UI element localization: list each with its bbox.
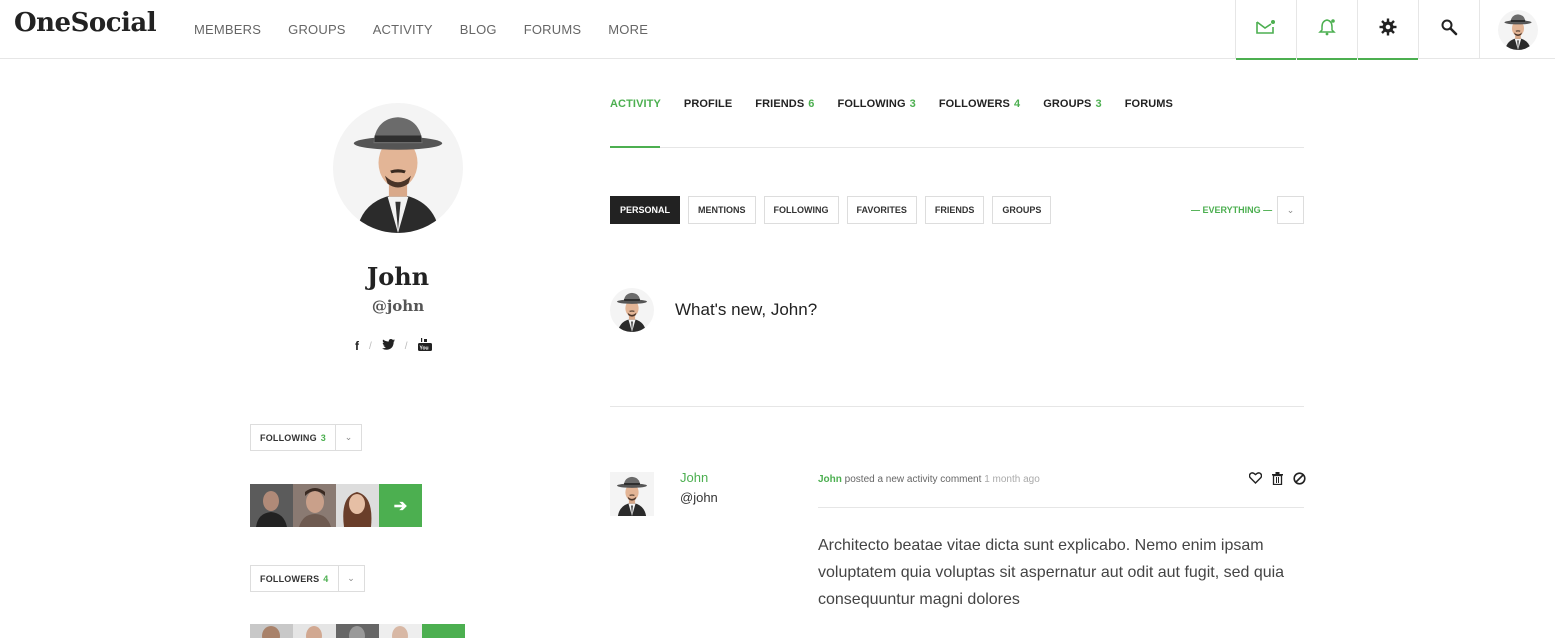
user-avatar <box>1497 9 1538 50</box>
following-count: 3 <box>320 432 327 443</box>
nav-item-more[interactable]: MORE <box>608 22 648 37</box>
tab-groups[interactable]: GROUPS 3 <box>1043 98 1102 110</box>
gear-icon <box>1379 18 1397 41</box>
heart-icon[interactable] <box>1248 471 1262 485</box>
tab-activity[interactable]: ACTIVITY <box>610 98 661 110</box>
profile-avatar[interactable] <box>333 103 463 233</box>
activity-actions <box>1248 471 1306 485</box>
filter-favorites[interactable]: FAVORITES <box>846 196 917 224</box>
block-icon[interactable] <box>1292 471 1306 485</box>
followers-thumbnails: ➔ <box>250 624 465 638</box>
activity-meta: John posted a new activity comment 1 mon… <box>818 474 1040 485</box>
follower-avatar[interactable] <box>250 624 293 638</box>
followers-dropdown[interactable]: FOLLOWERS 4 ⌄ <box>250 565 365 592</box>
inbox-icon <box>1256 19 1276 40</box>
follower-avatar[interactable] <box>293 624 336 638</box>
nav-item-groups[interactable]: GROUPS <box>288 22 346 37</box>
followers-count: 4 <box>323 573 329 584</box>
twitter-icon[interactable] <box>381 339 395 353</box>
chevron-down-icon[interactable]: ⌄ <box>337 566 364 591</box>
activity-divider <box>818 507 1304 508</box>
activity-filters: PERSONAL MENTIONS FOLLOWING FAVORITES FR… <box>610 196 1052 224</box>
activity-author-handle: @john <box>680 490 718 505</box>
activity-type-select[interactable]: — EVERYTHING — <box>1191 205 1272 215</box>
profile-handle: @john <box>371 297 425 315</box>
followers-label: FOLLOWERS 4 <box>260 573 329 584</box>
search-button[interactable] <box>1418 0 1479 59</box>
following-avatar[interactable] <box>336 484 379 527</box>
filter-personal[interactable]: PERSONAL <box>610 196 681 224</box>
top-navbar: OneSocial MEMBERS GROUPS ACTIVITY BLOG F… <box>0 0 1555 60</box>
follower-avatar[interactable] <box>336 624 379 638</box>
filter-following[interactable]: FOLLOWING <box>763 196 839 224</box>
bell-icon <box>1318 18 1336 41</box>
follower-avatar[interactable] <box>379 624 422 638</box>
following-label: FOLLOWING 3 <box>260 432 327 443</box>
activity-meta-action: posted a new activity comment <box>841 474 985 485</box>
social-links: f / / You <box>355 338 432 354</box>
tab-profile[interactable]: PROFILE <box>684 98 732 110</box>
svg-text:You: You <box>419 346 428 352</box>
activity-author-name[interactable]: John <box>680 470 708 485</box>
tab-forums[interactable]: FORUMS <box>1125 98 1173 110</box>
nav-item-forums[interactable]: FORUMS <box>524 22 582 37</box>
nav-item-members[interactable]: MEMBERS <box>194 22 261 37</box>
facebook-icon[interactable]: f <box>355 339 359 353</box>
filter-mentions[interactable]: MENTIONS <box>688 196 756 224</box>
filter-friends[interactable]: FRIENDS <box>924 196 985 224</box>
active-tab-indicator <box>610 146 660 148</box>
search-icon <box>1440 18 1458 41</box>
profile-tabs: ACTIVITY PROFILE FRIENDS 6 FOLLOWING 3 FOL… <box>610 98 1196 110</box>
tab-following[interactable]: FOLLOWING 3 <box>838 98 916 110</box>
tab-count: 3 <box>1095 98 1102 110</box>
youtube-icon[interactable]: You <box>417 338 432 354</box>
activity-timestamp[interactable]: 1 month ago <box>984 474 1040 485</box>
tab-count: 3 <box>909 98 916 110</box>
tab-followers[interactable]: FOLLOWERS 4 <box>939 98 1020 110</box>
inbox-button[interactable] <box>1235 0 1296 60</box>
following-avatar[interactable] <box>250 484 293 527</box>
followers-next-button[interactable]: ➔ <box>422 624 465 638</box>
main-nav: MEMBERS GROUPS ACTIVITY BLOG FORUMS MORE <box>194 22 675 37</box>
trash-icon[interactable] <box>1270 471 1284 485</box>
user-menu-button[interactable] <box>1479 0 1555 59</box>
tab-count: 4 <box>1014 98 1021 110</box>
tabs-divider <box>610 147 1304 148</box>
activity-content: Architecto beatae vitae dicta sunt expli… <box>818 537 1285 608</box>
whats-new-input[interactable]: What's new, John? <box>675 300 817 320</box>
composer-avatar <box>610 288 654 332</box>
activity-meta-user[interactable]: John <box>818 474 842 485</box>
notifications-button[interactable] <box>1296 0 1357 60</box>
chevron-down-icon[interactable]: ⌄ <box>335 425 361 450</box>
following-next-button[interactable]: ➔ <box>379 484 422 527</box>
site-logo[interactable]: OneSocial <box>14 8 157 38</box>
following-dropdown[interactable]: FOLLOWING 3 ⌄ <box>250 424 363 451</box>
tab-count: 6 <box>808 98 815 110</box>
header-icon-bar <box>1235 0 1555 60</box>
settings-button[interactable] <box>1357 0 1418 60</box>
nav-item-blog[interactable]: BLOG <box>460 22 497 37</box>
social-separator: / <box>404 340 408 352</box>
chevron-down-icon[interactable]: ⌄ <box>1277 196 1304 224</box>
filter-groups[interactable]: GROUPS <box>992 196 1052 224</box>
following-thumbnails: ➔ <box>250 484 422 527</box>
activity-avatar[interactable] <box>610 472 654 516</box>
social-separator: / <box>369 340 372 352</box>
following-avatar[interactable] <box>293 484 336 527</box>
profile-name: John <box>366 262 430 291</box>
nav-item-activity[interactable]: ACTIVITY <box>373 22 433 37</box>
composer-divider <box>610 406 1304 407</box>
tab-friends[interactable]: FRIENDS 6 <box>755 98 814 110</box>
